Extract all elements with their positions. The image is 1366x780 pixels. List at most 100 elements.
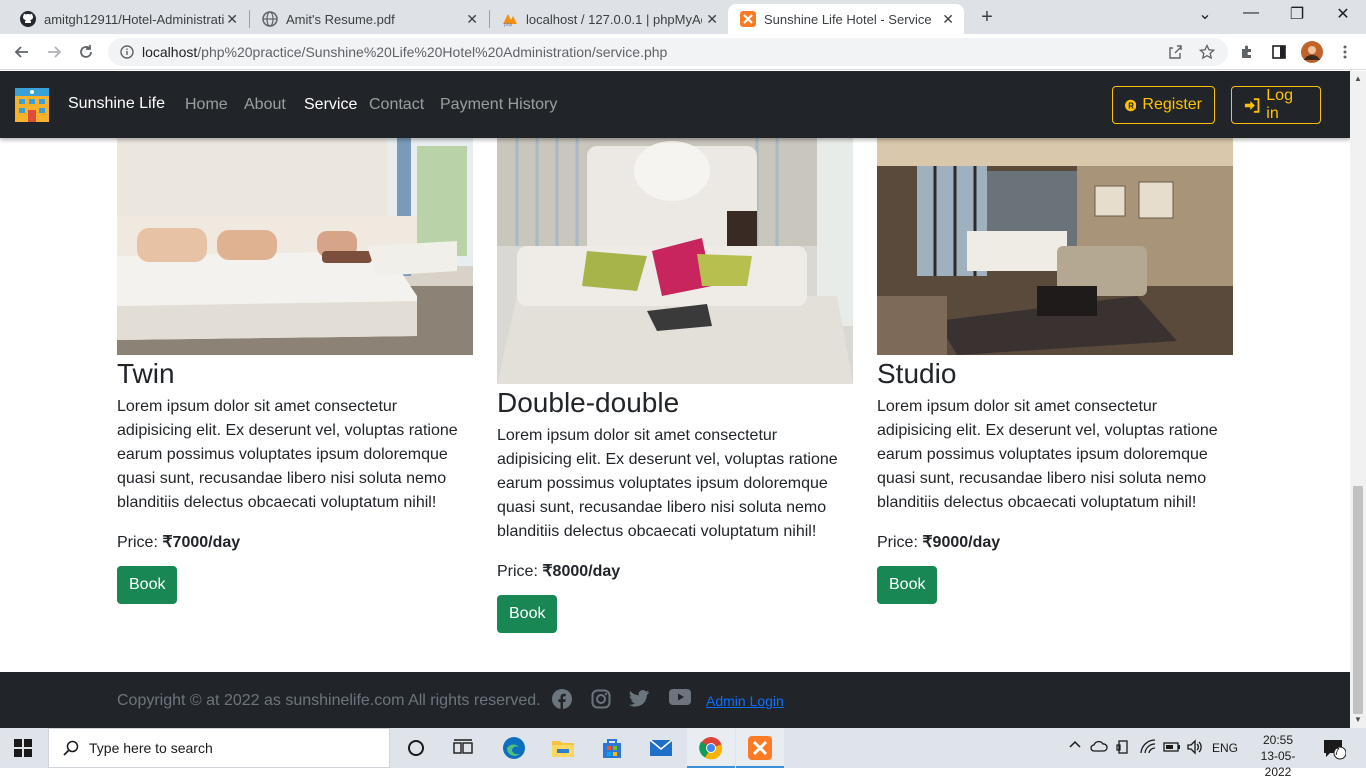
onedrive-icon[interactable]	[1090, 739, 1108, 756]
page-viewport: Sunshine Life Home About Service Contact…	[0, 71, 1350, 728]
room-description: Lorem ipsum dolor sit amet consectetur a…	[877, 398, 1218, 511]
device-icon[interactable]	[1115, 739, 1131, 758]
room-title: Double-double	[497, 387, 680, 418]
task-view-icon[interactable]	[450, 735, 476, 761]
reload-icon[interactable]	[74, 40, 98, 64]
book-button[interactable]: Book	[877, 566, 938, 604]
book-button[interactable]: Book	[497, 595, 558, 633]
chrome-icon[interactable]	[698, 735, 724, 761]
scroll-up-arrow-icon[interactable]: ▲	[1354, 74, 1362, 83]
file-explorer-icon[interactable]	[550, 735, 576, 761]
tab-github[interactable]: amitgh12911/Hotel-Administrati ✕	[8, 4, 248, 34]
register-button[interactable]: R Register	[1112, 86, 1215, 124]
scroll-thumb[interactable]	[1353, 486, 1363, 714]
xampp-icon[interactable]	[747, 735, 773, 761]
room-card-double-double: Double-double Lorem ipsum dolor sit amet…	[497, 126, 853, 633]
close-icon[interactable]: ✕	[466, 11, 478, 28]
volume-icon[interactable]	[1186, 739, 1204, 758]
search-icon	[63, 740, 79, 756]
close-icon[interactable]: ✕	[706, 11, 718, 28]
room-card-studio: Studio Lorem ipsum dolor sit amet consec…	[877, 126, 1233, 604]
page-scrollbar[interactable]: ▲ ▼	[1350, 71, 1366, 728]
info-icon[interactable]	[120, 45, 134, 59]
battery-icon[interactable]	[1163, 741, 1181, 756]
close-icon[interactable]: ✕	[226, 11, 238, 28]
notification-count: 7	[1334, 747, 1340, 758]
side-panel-icon[interactable]	[1270, 43, 1288, 61]
system-clock[interactable]: 20:55 13-05-2022	[1250, 732, 1306, 780]
windows-start-icon[interactable]	[14, 739, 32, 757]
phpmyadmin-icon: php	[502, 11, 518, 27]
minimize-button[interactable]: —	[1236, 4, 1266, 22]
tab-title: amitgh12911/Hotel-Administrati	[44, 11, 224, 27]
registered-icon: R	[1125, 99, 1137, 111]
tab-phpmyadmin[interactable]: php localhost / 127.0.0.1 | phpMyAdr ✕	[490, 4, 728, 34]
close-window-button[interactable]: ✕	[1328, 4, 1358, 24]
browser-tab-strip: amitgh12911/Hotel-Administrati ✕ Amit's …	[0, 0, 1366, 34]
url-input[interactable]: localhost/php%20practice/Sunshine%20Life…	[108, 38, 1228, 66]
room-description: Lorem ipsum dolor sit amet consectetur a…	[117, 398, 458, 511]
admin-login-link[interactable]: Admin Login	[706, 693, 784, 709]
share-icon[interactable]	[1166, 43, 1184, 61]
url-host: localhost	[142, 44, 198, 60]
microsoft-store-icon[interactable]	[599, 735, 625, 761]
tab-service[interactable]: Sunshine Life Hotel - Service ✕	[728, 4, 964, 34]
forward-arrow-icon[interactable]	[42, 40, 66, 64]
brand-name[interactable]: Sunshine Life	[68, 95, 165, 113]
tab-resume[interactable]: Amit's Resume.pdf ✕	[250, 4, 488, 34]
studio-room-image	[877, 126, 1233, 355]
sign-in-icon	[1244, 97, 1260, 113]
nav-payment-history[interactable]: Payment History	[440, 96, 557, 114]
twitter-icon[interactable]	[628, 689, 650, 711]
restore-button[interactable]: ❐	[1282, 4, 1312, 24]
copyright-text: Copyright © at 2022 as sunshinelife.com …	[117, 692, 541, 709]
wifi-icon[interactable]	[1140, 739, 1156, 758]
double-room-image	[497, 126, 853, 384]
address-bar: localhost/php%20practice/Sunshine%20Life…	[0, 34, 1366, 70]
login-button[interactable]: Log in	[1231, 86, 1321, 124]
taskbar-search-input[interactable]: Type here to search	[48, 728, 390, 768]
search-placeholder: Type here to search	[89, 740, 213, 756]
room-price: Price: ₹7000/day	[117, 532, 473, 552]
site-navbar: Sunshine Life Home About Service Contact…	[0, 71, 1350, 138]
clock-date: 13-05-2022	[1260, 749, 1296, 779]
bookmark-star-icon[interactable]	[1198, 43, 1216, 61]
extensions-icon[interactable]	[1238, 43, 1256, 61]
price-label: Price:	[497, 563, 538, 580]
new-tab-button[interactable]: +	[976, 6, 998, 29]
facebook-icon[interactable]	[552, 689, 574, 711]
price-value: ₹9000/day	[922, 534, 1001, 551]
nav-about[interactable]: About	[244, 96, 286, 114]
price-label: Price:	[117, 534, 158, 551]
book-button[interactable]: Book	[117, 566, 178, 604]
language-indicator[interactable]: ENG	[1212, 741, 1238, 755]
globe-icon	[262, 11, 278, 27]
kebab-menu-icon[interactable]	[1336, 43, 1354, 61]
svg-text:php: php	[504, 22, 513, 27]
close-icon[interactable]: ✕	[942, 11, 954, 28]
profile-avatar[interactable]	[1300, 40, 1324, 64]
room-title: Studio	[877, 358, 957, 389]
edge-icon[interactable]	[501, 735, 527, 761]
nav-contact[interactable]: Contact	[369, 96, 424, 114]
url-path: /php%20practice/Sunshine%20Life%20Hotel%…	[197, 44, 668, 60]
room-title: Twin	[117, 358, 175, 389]
back-arrow-icon[interactable]	[10, 40, 34, 64]
cortana-icon[interactable]	[403, 735, 429, 761]
price-value: ₹7000/day	[162, 534, 241, 551]
windows-taskbar: Type here to search ENG 20:55 13-05-2022…	[0, 728, 1366, 779]
scroll-down-arrow-icon[interactable]: ▼	[1354, 715, 1362, 724]
chevron-up-icon[interactable]	[1068, 738, 1082, 755]
instagram-icon[interactable]	[591, 689, 613, 711]
register-label: Register	[1142, 96, 1202, 113]
price-label: Price:	[877, 534, 918, 551]
nav-service[interactable]: Service	[304, 96, 357, 114]
xampp-icon	[740, 11, 756, 27]
nav-home[interactable]: Home	[185, 96, 228, 114]
chevron-down-icon[interactable]: ⌄	[1190, 4, 1220, 24]
hotel-logo-icon[interactable]	[12, 84, 52, 124]
youtube-icon[interactable]	[669, 689, 691, 711]
site-footer: Copyright © at 2022 as sunshinelife.com …	[0, 672, 1350, 728]
mail-icon[interactable]	[648, 735, 674, 761]
tab-title: Sunshine Life Hotel - Service	[764, 11, 932, 27]
